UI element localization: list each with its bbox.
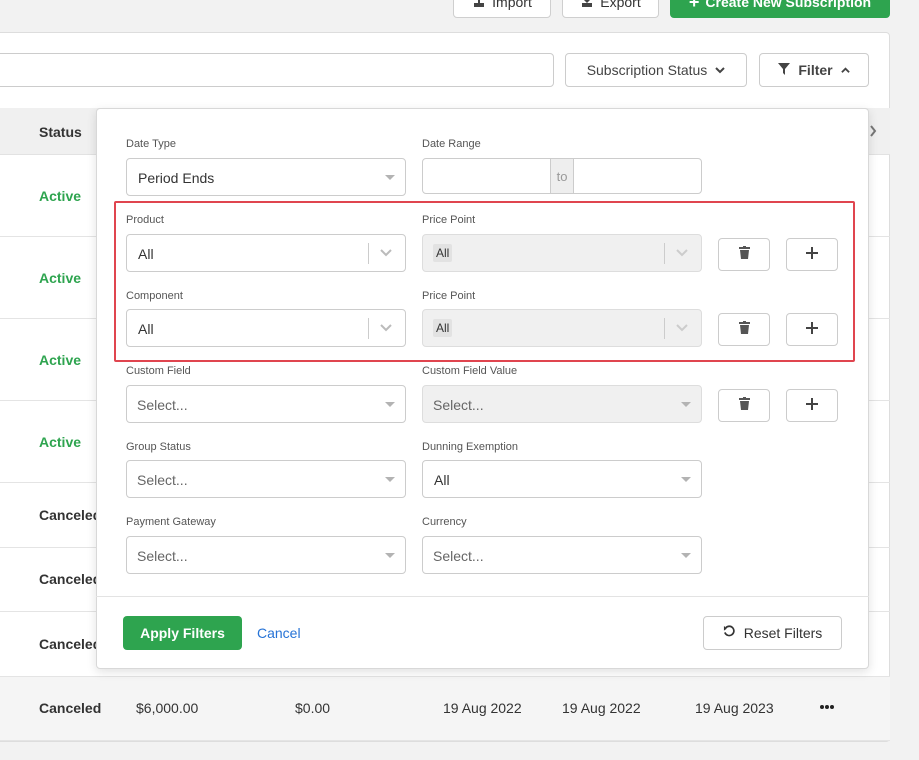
- date-type-select[interactable]: Period Ends: [126, 158, 406, 196]
- plus-icon: +: [688, 0, 700, 12]
- custom-field-value-select[interactable]: Select...: [422, 385, 702, 423]
- status-cell: Active: [39, 352, 82, 368]
- currency-select[interactable]: Select...: [422, 536, 702, 574]
- date-range-label: Date Range: [422, 138, 481, 150]
- caret-down-icon: [681, 553, 691, 558]
- date-cell: 19 Aug 2022: [562, 700, 641, 716]
- caret-down-icon: [681, 402, 691, 407]
- amount-cell: $6,000.00: [136, 700, 199, 716]
- more-actions-icon[interactable]: [819, 700, 835, 719]
- status-cell: Canceled: [39, 571, 102, 587]
- status-cell: Canceled: [39, 636, 102, 652]
- status-cell: Canceled: [39, 700, 102, 716]
- dunning-exemption-label: Dunning Exemption: [422, 441, 519, 453]
- cancel-link[interactable]: Cancel: [257, 625, 301, 641]
- delete-custom-field-filter-button[interactable]: [718, 389, 770, 422]
- trash-icon: [738, 396, 750, 415]
- custom-field-value-label: Custom Field Value: [422, 365, 518, 377]
- funnel-icon: [778, 62, 791, 78]
- import-label: Import: [492, 0, 532, 10]
- reset-filters-label: Reset Filters: [743, 625, 823, 641]
- custom-field-placeholder: Select...: [137, 397, 188, 413]
- filter-label: Filter: [798, 62, 833, 78]
- date-type-label: Date Type: [126, 138, 176, 150]
- caret-down-icon: [385, 402, 395, 407]
- download-icon: [580, 0, 594, 11]
- custom-field-label: Custom Field: [126, 365, 191, 377]
- date-range-end-input[interactable]: [574, 159, 701, 193]
- status-cell: Active: [39, 434, 82, 450]
- chevron-right-icon[interactable]: [869, 124, 877, 142]
- add-custom-field-filter-button[interactable]: [786, 389, 838, 422]
- upload-icon: [472, 0, 486, 11]
- panel-footer-divider: [96, 596, 869, 597]
- payment-gateway-label: Payment Gateway: [126, 516, 216, 528]
- chevron-down-icon: [715, 62, 726, 78]
- subscription-status-label: Subscription Status: [586, 62, 708, 78]
- export-button[interactable]: Export: [562, 0, 659, 18]
- highlight-box: [114, 201, 855, 362]
- dunning-exemption-value: All: [434, 472, 450, 488]
- plus-icon: [806, 397, 818, 415]
- reset-filters-button[interactable]: Reset Filters: [703, 616, 842, 650]
- group-status-select[interactable]: Select...: [126, 460, 406, 498]
- dunning-exemption-select[interactable]: All: [422, 460, 702, 498]
- status-column-header: Status: [39, 124, 82, 140]
- caret-down-icon: [681, 477, 691, 482]
- payment-gateway-select[interactable]: Select...: [126, 536, 406, 574]
- status-cell: Active: [39, 188, 82, 204]
- date-type-value: Period Ends: [138, 170, 215, 186]
- currency-label: Currency: [422, 516, 467, 528]
- group-status-label: Group Status: [126, 441, 191, 453]
- date-range-start-input[interactable]: [423, 159, 550, 193]
- caret-down-icon: [385, 477, 395, 482]
- payment-gateway-placeholder: Select...: [137, 548, 188, 564]
- status-cell: Canceled: [39, 507, 102, 523]
- status-cell: Active: [39, 270, 82, 286]
- chevron-up-icon: [840, 62, 850, 78]
- create-subscription-button[interactable]: + Create New Subscription: [670, 0, 890, 18]
- currency-placeholder: Select...: [433, 548, 484, 564]
- create-subscription-label: Create New Subscription: [705, 0, 872, 10]
- custom-field-value-placeholder: Select...: [433, 397, 484, 413]
- custom-field-select[interactable]: Select...: [126, 385, 406, 423]
- undo-icon: [723, 625, 736, 641]
- date-range-to-label: to: [550, 159, 574, 193]
- export-label: Export: [600, 0, 641, 10]
- apply-filters-button[interactable]: Apply Filters: [123, 616, 242, 650]
- paid-cell: $0.00: [295, 700, 331, 716]
- search-input[interactable]: [0, 53, 554, 87]
- group-status-placeholder: Select...: [137, 472, 188, 488]
- date-cell: 19 Aug 2023: [695, 700, 774, 716]
- import-button[interactable]: Import: [453, 0, 551, 18]
- subscription-status-dropdown[interactable]: Subscription Status: [565, 53, 747, 87]
- filter-button[interactable]: Filter: [759, 53, 869, 87]
- caret-down-icon: [385, 175, 395, 180]
- date-range-group: to: [422, 158, 702, 194]
- caret-down-icon: [385, 553, 395, 558]
- date-cell: 19 Aug 2022: [443, 700, 522, 716]
